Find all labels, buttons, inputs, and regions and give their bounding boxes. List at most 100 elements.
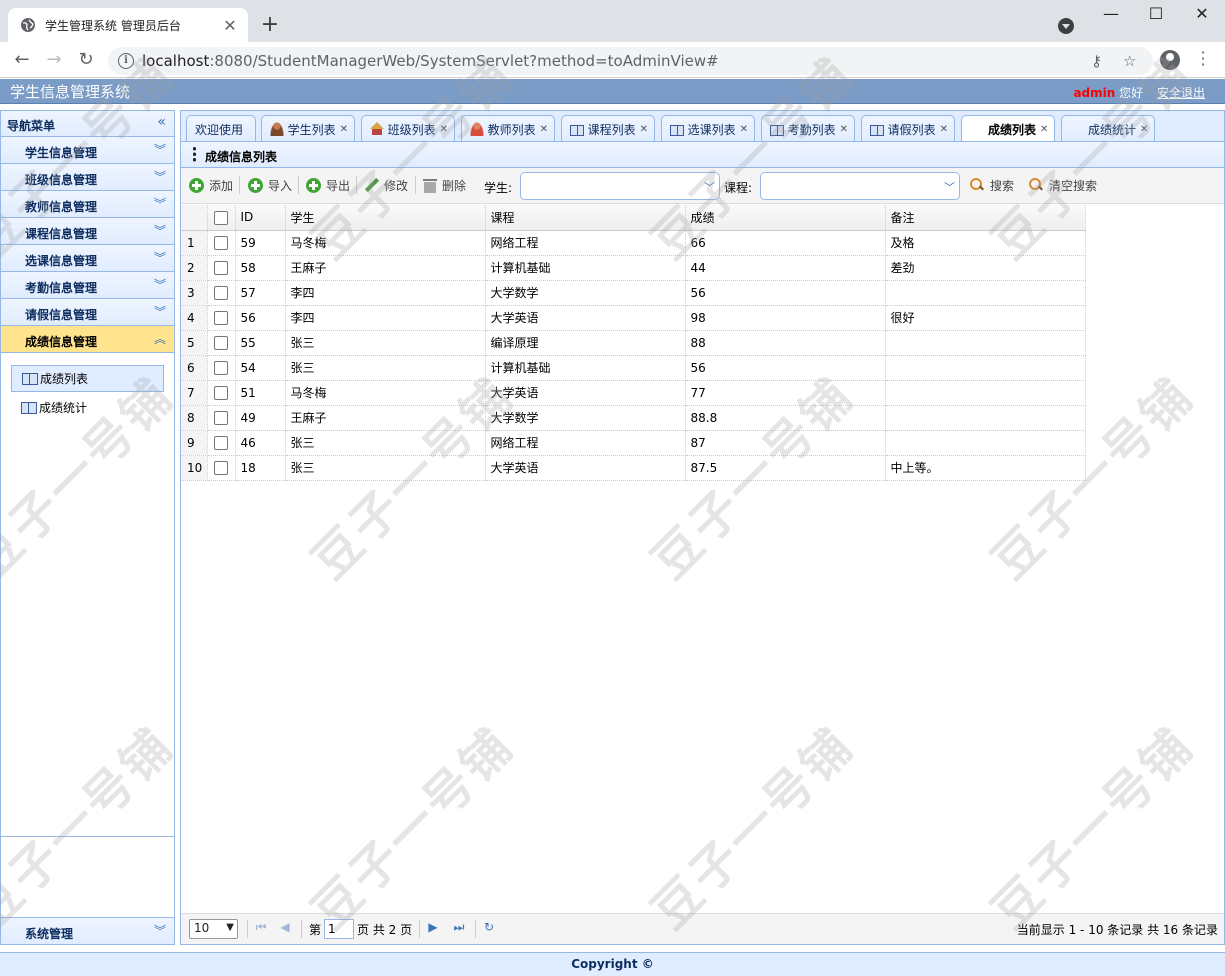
row-checkbox[interactable] — [214, 435, 228, 450]
url-field[interactable]: i localhost:8080/StudentManagerWeb/Syste… — [108, 47, 1153, 75]
tab-score-stats[interactable]: 成绩统计 ✕ — [1061, 115, 1155, 142]
nav-section-selection[interactable]: 选课信息管理 ︾ — [1, 245, 174, 272]
chevron-down-icon: ︾ — [153, 305, 166, 319]
star-icon[interactable]: ☆ — [1123, 52, 1136, 70]
minimize-button[interactable]: — — [1088, 4, 1134, 23]
globe-icon — [20, 17, 36, 33]
close-tab-icon[interactable]: ✕ — [840, 124, 848, 135]
table-row[interactable]: 3 57 李四 大学数学 56 — [181, 280, 1086, 306]
edit-button[interactable]: 修改 — [364, 174, 408, 196]
page-number-input[interactable]: 1 — [324, 919, 355, 939]
next-page-icon[interactable]: ▶ — [425, 920, 441, 934]
cell-student: 马冬梅 — [285, 230, 486, 256]
collapse-left-icon[interactable]: « — [157, 114, 166, 130]
page-size-select[interactable]: 10 ▼ — [189, 919, 238, 939]
tab-class-list[interactable]: 班级列表 ✕ — [361, 115, 455, 142]
key-icon[interactable]: ⚷ — [1091, 52, 1102, 70]
row-checkbox[interactable] — [214, 260, 228, 275]
row-checkbox[interactable] — [214, 235, 228, 250]
nav-section-system[interactable]: 系统管理 ︾ — [1, 917, 174, 944]
select-all-checkbox[interactable] — [214, 210, 228, 225]
nav-section-attendance[interactable]: 考勤信息管理 ︾ — [1, 272, 174, 299]
panel-title: 成绩信息列表 — [205, 150, 278, 164]
last-page-icon[interactable]: ⏭ — [451, 920, 467, 935]
table-row[interactable]: 9 46 张三 网络工程 87 — [181, 430, 1086, 456]
nav-item-score-list[interactable]: 成绩列表 — [11, 365, 164, 392]
table-row[interactable]: 1 59 马冬梅 网络工程 66 及格 — [181, 230, 1086, 256]
back-icon[interactable]: ← — [10, 49, 34, 73]
row-checkbox[interactable] — [214, 460, 228, 475]
row-checkbox[interactable] — [214, 335, 228, 350]
tab-selection-list[interactable]: 选课列表 ✕ — [661, 115, 755, 142]
table-row[interactable]: 4 56 李四 大学英语 98 很好 — [181, 305, 1086, 331]
table-row[interactable]: 7 51 马冬梅 大学英语 77 — [181, 380, 1086, 406]
course-filter-combo[interactable]: ﹀ — [760, 172, 960, 200]
browser-tab[interactable]: 学生管理系统 管理员后台 ✕ — [8, 8, 248, 42]
logout-link[interactable]: 安全退出 — [1157, 86, 1205, 100]
close-tab-icon[interactable]: ✕ — [440, 124, 448, 135]
table-row[interactable]: 6 54 张三 计算机基础 56 — [181, 355, 1086, 381]
delete-button[interactable]: 删除 — [423, 174, 466, 196]
refresh-icon[interactable]: ↻ — [481, 920, 497, 934]
tab-leave-list[interactable]: 请假列表 ✕ — [861, 115, 955, 142]
nav-item-score-stats[interactable]: 成绩统计 — [11, 394, 164, 421]
tab-score-list[interactable]: 成绩列表 ✕ — [961, 115, 1055, 143]
nav-section-student[interactable]: 学生信息管理 ︾ — [1, 137, 174, 164]
tab-welcome[interactable]: 欢迎使用 — [186, 115, 256, 142]
tab-attendance-list[interactable]: 考勤列表 ✕ — [761, 115, 855, 142]
maximize-button[interactable]: ☐ — [1133, 4, 1179, 23]
column-header-course[interactable]: 课程 — [485, 205, 686, 231]
tab-course-list[interactable]: 课程列表 ✕ — [561, 115, 655, 142]
info-icon[interactable]: i — [118, 53, 134, 69]
column-header-remark[interactable]: 备注 — [885, 205, 1086, 231]
close-tab-icon[interactable]: ✕ — [1040, 124, 1048, 135]
reload-icon[interactable]: ↻ — [74, 49, 98, 73]
column-header-id[interactable]: ID — [235, 205, 286, 231]
table-row[interactable]: 2 58 王麻子 计算机基础 44 差劲 — [181, 255, 1086, 281]
profile-icon[interactable] — [1160, 50, 1180, 70]
close-tab-icon[interactable]: ✕ — [940, 124, 948, 135]
table-row[interactable]: 8 49 王麻子 大学数学 88.8 — [181, 405, 1086, 431]
row-checkbox[interactable] — [214, 285, 228, 300]
forward-icon[interactable]: → — [42, 49, 66, 73]
close-tab-icon[interactable]: ✕ — [340, 124, 348, 135]
close-tab-icon[interactable]: ✕ — [640, 124, 648, 135]
more-menu-icon[interactable]: · · · — [1196, 45, 1210, 73]
row-checkbox[interactable] — [214, 385, 228, 400]
export-button[interactable]: 导出 — [306, 174, 350, 196]
close-tab-icon[interactable]: ✕ — [740, 124, 748, 135]
row-checkbox[interactable] — [214, 310, 228, 325]
tab-teacher-list[interactable]: 教师列表 ✕ — [461, 115, 555, 142]
search-button[interactable]: 搜索 — [970, 174, 1014, 196]
close-tab-icon[interactable]: ✕ — [540, 124, 548, 135]
nav-section-course[interactable]: 课程信息管理 ︾ — [1, 218, 174, 245]
import-button[interactable]: 导入 — [248, 174, 292, 196]
clear-search-button[interactable]: 清空搜索 — [1029, 174, 1097, 196]
column-header-student[interactable]: 学生 — [285, 205, 486, 231]
table-row[interactable]: 5 55 张三 编译原理 88 — [181, 330, 1086, 356]
close-tab-icon[interactable]: ✕ — [1140, 124, 1148, 135]
close-tab-icon[interactable]: ✕ — [222, 16, 238, 35]
student-filter-combo[interactable]: ﹀ — [520, 172, 720, 200]
close-window-button[interactable]: ✕ — [1179, 4, 1225, 23]
add-button[interactable]: 添加 — [189, 174, 233, 196]
tab-student-list[interactable]: 学生列表 ✕ — [261, 115, 355, 142]
nav-section-leave[interactable]: 请假信息管理 ︾ — [1, 299, 174, 326]
first-page-icon[interactable]: ⏮ — [253, 920, 269, 935]
row-checkbox[interactable] — [214, 360, 228, 375]
table-row[interactable]: 10 18 张三 大学英语 87.5 中上等。 — [181, 455, 1086, 481]
url-host: localhost — [142, 52, 210, 70]
column-header-score[interactable]: 成绩 — [685, 205, 886, 231]
drag-handle-icon — [193, 146, 196, 162]
nav-section-teacher[interactable]: 教师信息管理 ︾ — [1, 191, 174, 218]
cell-course: 大学英语 — [485, 455, 686, 481]
tab-label: 学生列表 — [287, 122, 336, 137]
nav-section-label: 考勤信息管理 — [25, 281, 98, 295]
nav-section-class[interactable]: 班级信息管理 ︾ — [1, 164, 174, 191]
cell-remark: 及格 — [885, 230, 1086, 256]
tab-search-icon[interactable] — [1058, 18, 1074, 34]
nav-section-score[interactable]: 成绩信息管理 ︽ — [1, 326, 174, 353]
prev-page-icon[interactable]: ◀ — [277, 920, 293, 934]
row-checkbox[interactable] — [214, 410, 228, 425]
new-tab-button[interactable]: + — [258, 12, 282, 37]
